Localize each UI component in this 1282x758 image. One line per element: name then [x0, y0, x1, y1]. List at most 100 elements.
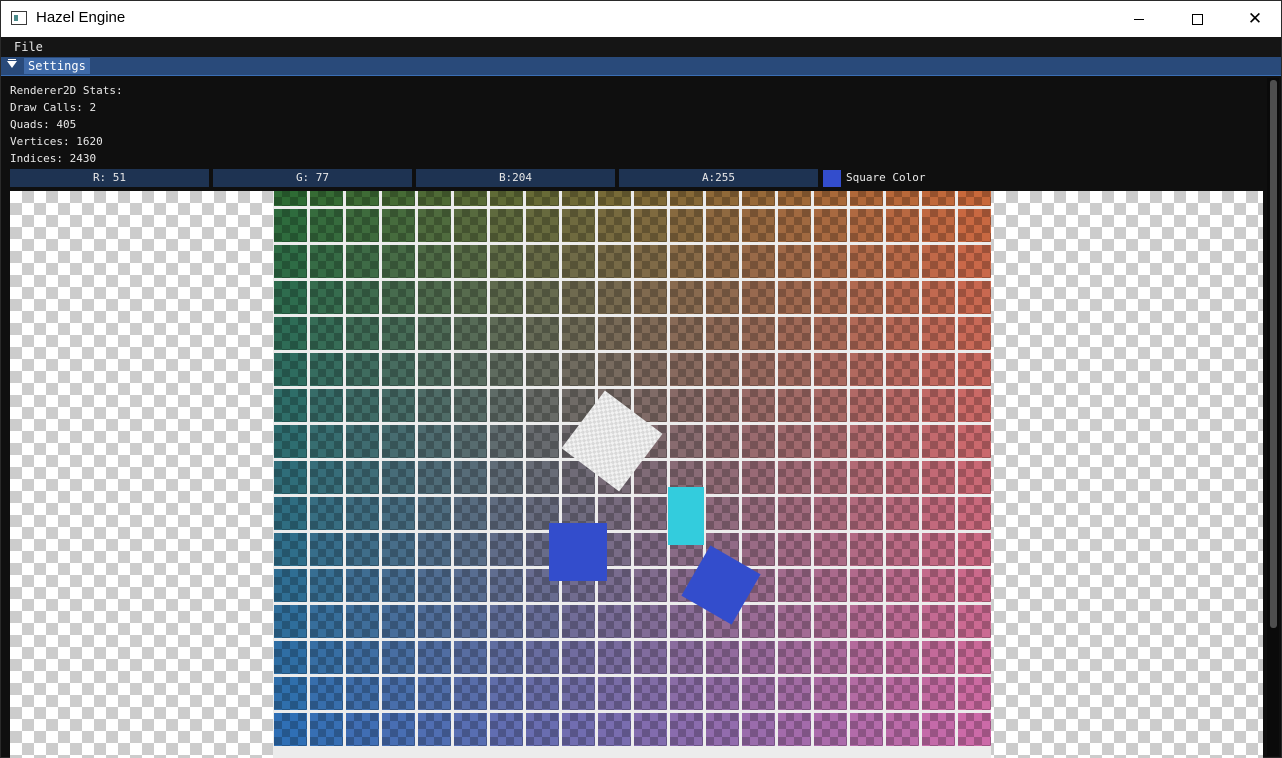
grid-quad	[598, 191, 631, 206]
grid-quad	[310, 389, 343, 422]
grid-quad	[418, 317, 451, 350]
scene-viewport[interactable]	[10, 191, 1263, 758]
grid-quad	[634, 497, 667, 530]
grid-quad	[274, 245, 307, 278]
grid-quad	[418, 353, 451, 386]
grid-quad	[346, 605, 379, 638]
maximize-button[interactable]	[1168, 1, 1226, 37]
grid-quad	[526, 209, 559, 242]
grid-quad	[418, 641, 451, 674]
grid-quad	[274, 425, 307, 458]
grid-quad	[958, 569, 991, 602]
grid-quad	[526, 713, 559, 746]
grid-quad	[742, 605, 775, 638]
grid-quad	[526, 191, 559, 206]
grid-quad	[850, 425, 883, 458]
grid-quad	[886, 191, 919, 206]
grid-quad	[634, 209, 667, 242]
grid-quad	[634, 461, 667, 494]
menu-file[interactable]: File	[14, 40, 43, 54]
grid-quad	[562, 281, 595, 314]
grid-quad	[706, 245, 739, 278]
grid-quad	[346, 425, 379, 458]
grid-quad	[598, 677, 631, 710]
close-button[interactable]: ✕	[1226, 1, 1282, 37]
grid-quad	[418, 389, 451, 422]
grid-quad	[958, 461, 991, 494]
color-g-field[interactable]: G: 77	[213, 169, 412, 187]
grid-quad	[310, 281, 343, 314]
grid-quad	[958, 713, 991, 746]
grid-quad	[310, 191, 343, 206]
close-icon: ✕	[1247, 8, 1263, 29]
cyan-quad	[668, 487, 704, 545]
grid-quad	[670, 641, 703, 674]
grid-quad	[778, 677, 811, 710]
grid-quad	[634, 353, 667, 386]
grid-quad	[562, 353, 595, 386]
grid-quad	[490, 533, 523, 566]
title-bar[interactable]: Hazel Engine ✕	[1, 1, 1281, 37]
color-r-field[interactable]: R: 51	[10, 169, 209, 187]
grid-quad	[490, 713, 523, 746]
grid-quad	[418, 191, 451, 206]
grid-quad	[454, 533, 487, 566]
color-a-field[interactable]: A:255	[619, 169, 818, 187]
stat-indices: Indices: 2430	[10, 152, 97, 165]
minimize-button[interactable]	[1110, 1, 1168, 37]
grid-quad	[310, 317, 343, 350]
grid-quad	[274, 281, 307, 314]
grid-quad	[850, 677, 883, 710]
settings-panel-title[interactable]: Settings	[24, 58, 90, 74]
grid-quad	[562, 209, 595, 242]
grid-quad	[346, 677, 379, 710]
grid-quad	[490, 461, 523, 494]
grid-quad	[598, 605, 631, 638]
grid-quad	[346, 191, 379, 206]
grid-quad	[850, 245, 883, 278]
grid-quad	[634, 713, 667, 746]
grid-quad	[310, 605, 343, 638]
grid-quad	[346, 461, 379, 494]
grid-quad	[778, 713, 811, 746]
grid-quad	[490, 317, 523, 350]
grid-quad	[850, 317, 883, 350]
grid-quad	[526, 605, 559, 638]
grid-quad	[274, 641, 307, 674]
grid-quad	[778, 641, 811, 674]
square-color-swatch[interactable]	[823, 170, 841, 187]
grid-quad	[274, 497, 307, 530]
grid-quad	[814, 461, 847, 494]
grid-quad	[958, 425, 991, 458]
grid-quad	[382, 641, 415, 674]
grid-quad	[922, 245, 955, 278]
collapse-triangle-icon[interactable]	[7, 59, 17, 68]
grid-quad	[706, 713, 739, 746]
grid-quad	[274, 677, 307, 710]
grid-quad	[922, 191, 955, 206]
grid-quad	[310, 677, 343, 710]
grid-quad	[922, 713, 955, 746]
grid-quad	[382, 317, 415, 350]
color-b-field[interactable]: B:204	[416, 169, 615, 187]
grid-quad	[274, 317, 307, 350]
grid-quad	[418, 461, 451, 494]
grid-quad	[598, 209, 631, 242]
grid-quad	[418, 533, 451, 566]
grid-quad	[418, 677, 451, 710]
grid-quad	[706, 191, 739, 206]
grid-quad	[670, 353, 703, 386]
grid-quad	[742, 641, 775, 674]
grid-quad	[490, 425, 523, 458]
grid-quad	[850, 497, 883, 530]
grid-quad	[634, 605, 667, 638]
settings-panel-header[interactable]: Settings	[1, 57, 1281, 76]
grid-quad	[454, 353, 487, 386]
grid-quad	[778, 569, 811, 602]
grid-quad	[382, 569, 415, 602]
grid-quad	[886, 461, 919, 494]
grid-quad	[814, 497, 847, 530]
grid-quad	[922, 569, 955, 602]
grid-quad	[814, 713, 847, 746]
settings-scrollbar-thumb[interactable]	[1270, 80, 1277, 628]
